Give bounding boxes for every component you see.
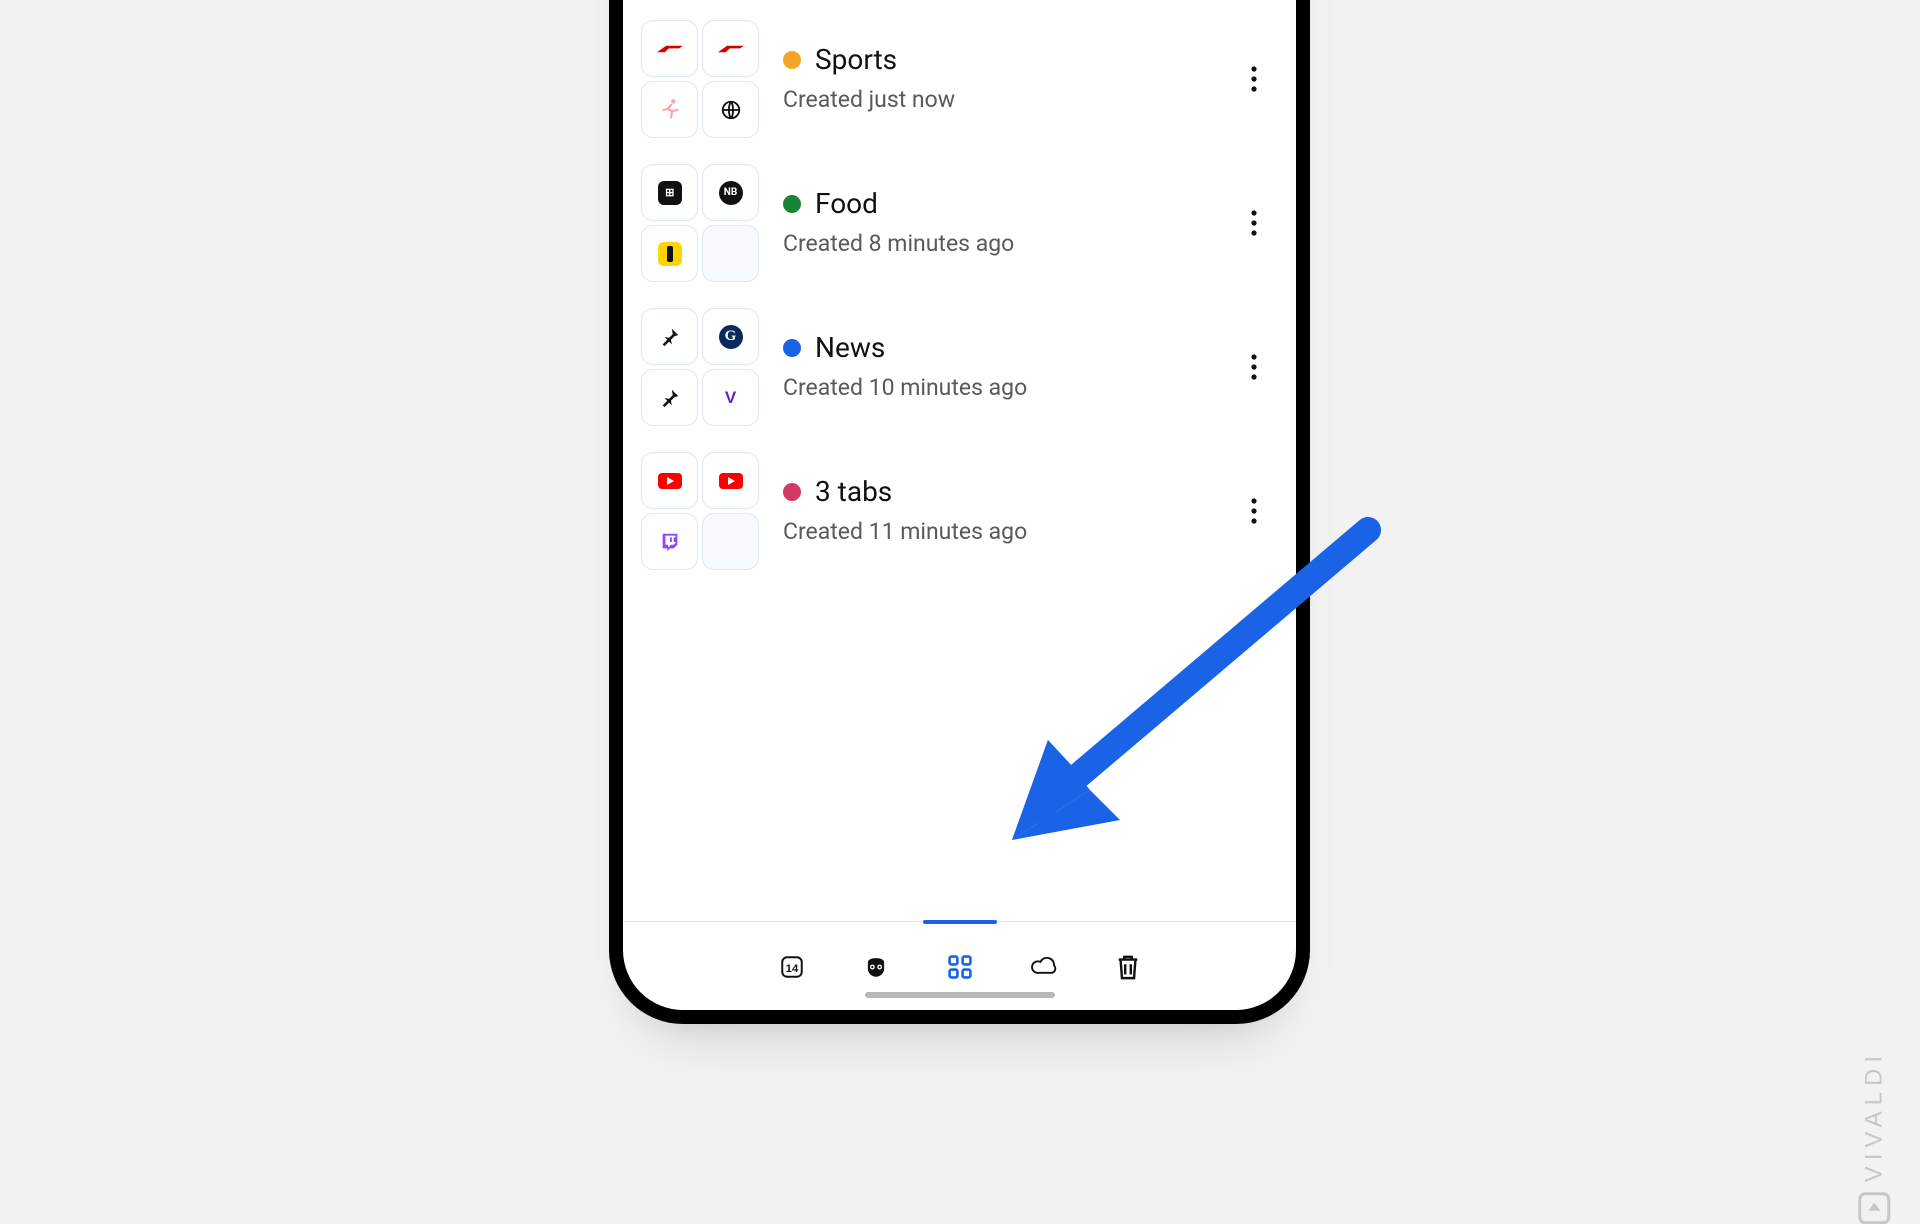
tab-group-subtitle: Created 8 minutes ago (783, 230, 1206, 257)
tab-group-subtitle: Created 11 minutes ago (783, 518, 1206, 545)
device-frame: Sports Created just now ⊞ NB (623, 0, 1296, 1010)
more-options-button[interactable] (1230, 343, 1278, 391)
favicon-cell (702, 81, 759, 138)
vivaldi-logo-icon (1858, 1192, 1890, 1224)
favicon-cell (641, 81, 698, 138)
guardian-icon: G (719, 325, 743, 349)
running-icon (657, 97, 683, 123)
tab-group-row-sports[interactable]: Sports Created just now (641, 20, 1278, 138)
watermark-text: VIVALDI (1860, 1050, 1888, 1182)
favicon-cell (702, 452, 759, 509)
favicon-cell: ⊞ (641, 164, 698, 221)
favicon-cell: G (702, 308, 759, 365)
favicon-dark-square-icon: ⊞ (658, 181, 682, 205)
tab-group-info: Food Created 8 minutes ago (783, 190, 1206, 257)
youtube-icon (658, 473, 682, 489)
nav-closed-tabs[interactable] (1109, 948, 1147, 986)
favicon-yellow-icon (658, 242, 682, 266)
tab-group-thumbnails: ⊞ NB (641, 164, 759, 282)
color-dot (783, 51, 801, 69)
f1-icon (718, 36, 744, 62)
favicon-cell (641, 452, 698, 509)
favicon-cell (641, 513, 698, 570)
pushpin-icon (657, 385, 683, 411)
tab-group-info: Sports Created just now (783, 46, 1206, 113)
nav-open-tabs[interactable]: 14 (773, 948, 811, 986)
f1-icon (657, 36, 683, 62)
tab-group-title: 3 tabs (815, 478, 892, 506)
tab-group-subtitle: Created 10 minutes ago (783, 374, 1206, 401)
twitch-icon (657, 529, 683, 555)
color-dot (783, 195, 801, 213)
color-dot (783, 339, 801, 357)
tab-groups-list: Sports Created just now ⊞ NB (623, 0, 1296, 921)
app-screen: Sports Created just now ⊞ NB (623, 0, 1296, 1010)
tab-group-title: Food (815, 190, 878, 218)
globe-icon (718, 97, 744, 123)
youtube-icon (719, 473, 743, 489)
tab-group-thumbnails (641, 452, 759, 570)
more-options-button[interactable] (1230, 487, 1278, 535)
nav-private-tabs[interactable] (857, 948, 895, 986)
vivaldi-watermark: VIVALDI (1858, 1050, 1890, 1224)
favicon-cell: V (702, 369, 759, 426)
favicon-cell (641, 369, 698, 426)
more-options-button[interactable] (1230, 199, 1278, 247)
tab-group-title: Sports (815, 46, 897, 74)
favicon-cell (641, 308, 698, 365)
tab-group-thumbnails: G V (641, 308, 759, 426)
favicon-cell (641, 225, 698, 282)
tab-group-row-news[interactable]: G V News Created 10 minutes ago (641, 308, 1278, 426)
open-tab-count: 14 (785, 963, 798, 975)
tab-group-subtitle: Created just now (783, 86, 1206, 113)
pushpin-icon (657, 324, 683, 350)
favicon-cell-empty (702, 225, 759, 282)
home-indicator (865, 992, 1055, 998)
nav-synced-tabs[interactable] (1025, 948, 1063, 986)
favicon-dark-circle-icon: NB (719, 181, 743, 205)
v-letter-icon: V (725, 388, 736, 408)
favicon-cell-empty (702, 513, 759, 570)
tab-group-info: 3 tabs Created 11 minutes ago (783, 478, 1206, 545)
device-side-button (611, 24, 619, 144)
tab-group-row-food[interactable]: ⊞ NB Food Created 8 minutes ago (641, 164, 1278, 282)
favicon-cell (641, 20, 698, 77)
tab-group-thumbnails (641, 20, 759, 138)
tab-group-title: News (815, 334, 885, 362)
tab-group-row-3tabs[interactable]: 3 tabs Created 11 minutes ago (641, 452, 1278, 570)
favicon-cell: NB (702, 164, 759, 221)
tab-group-info: News Created 10 minutes ago (783, 334, 1206, 401)
nav-tab-groups[interactable] (941, 948, 979, 986)
color-dot (783, 483, 801, 501)
more-options-button[interactable] (1230, 55, 1278, 103)
favicon-cell (702, 20, 759, 77)
